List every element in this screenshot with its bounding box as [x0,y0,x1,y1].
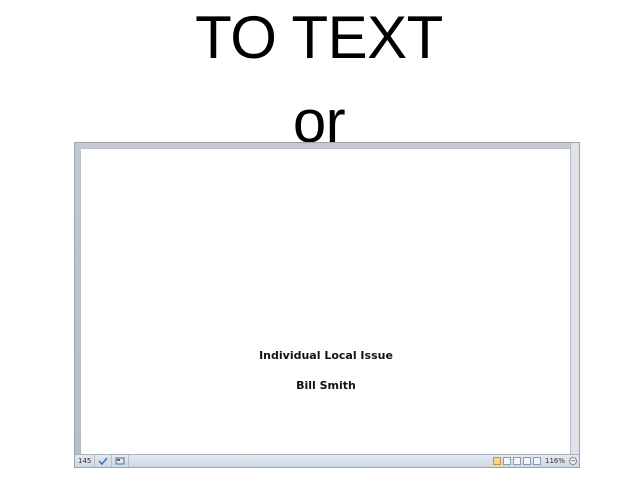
macro-record-icon[interactable] [112,455,130,467]
outline-view-button[interactable] [522,457,531,465]
document-workspace[interactable]: Individual Local Issue Bill Smith [75,143,579,456]
status-bar-right: 116% − [492,455,577,467]
presentation-slide: TO TEXT or Individual Local Issue Bill S… [0,0,638,478]
document-title-line: Individual Local Issue [259,349,393,362]
zoom-out-button[interactable]: − [569,457,577,465]
word-count[interactable]: 145 [75,455,96,467]
slide-heading-line-1: TO TEXT [195,4,443,71]
document-page[interactable]: Individual Local Issue Bill Smith [81,149,571,456]
full-screen-reading-view-button[interactable] [502,457,511,465]
status-bar: 145 116% − [75,454,579,467]
print-layout-view-button[interactable] [492,457,501,465]
spelling-check-icon[interactable] [95,455,113,467]
document-author-line: Bill Smith [296,379,356,392]
web-layout-view-button[interactable] [512,457,521,465]
draft-view-button[interactable] [532,457,541,465]
status-bar-left: 145 [75,455,130,467]
zoom-level[interactable]: 116% [543,457,567,465]
word-document-screenshot: Individual Local Issue Bill Smith 145 11… [74,142,580,468]
vertical-scrollbar[interactable] [570,143,579,456]
